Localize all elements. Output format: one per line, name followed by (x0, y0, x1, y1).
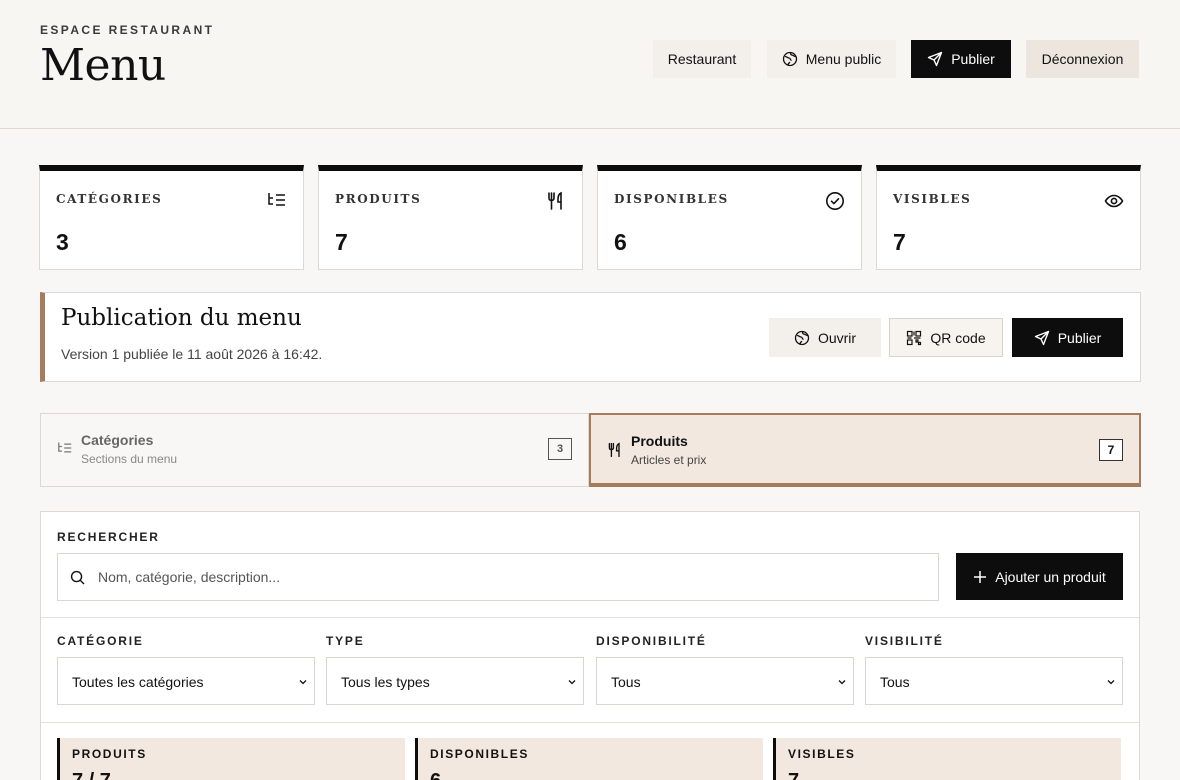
summary-card-visible: VISIBLES 7 (773, 738, 1121, 780)
stat-card-categories: CATÉGORIES 3 (39, 165, 304, 270)
list-tree-icon (57, 441, 73, 455)
stat-card-products: PRODUITS 7 (318, 165, 583, 270)
stat-card-visible: VISIBLES 7 (876, 165, 1141, 270)
category-select[interactable]: Toutes les catégories (57, 657, 315, 705)
globe-icon (782, 51, 798, 67)
page-header: ESPACE RESTAURANT Menu Restaurant Menu p… (0, 0, 1180, 129)
qr-code-button-label: QR code (930, 329, 986, 346)
summary-card-available: DISPONIBLES 6 (415, 738, 763, 780)
select-value: Tous les types (341, 674, 430, 690)
stat-label: VISIBLES (893, 192, 972, 206)
chevron-down-icon (1105, 676, 1117, 688)
stat-card-available: DISPONIBLES 6 (597, 165, 862, 270)
stat-value: 7 (335, 229, 348, 255)
filter-label: VISIBILITÉ (865, 634, 944, 648)
select-value: Tous (880, 674, 910, 690)
send-icon (927, 51, 943, 67)
filter-label: TYPE (326, 634, 365, 648)
tab-title: Produits (631, 433, 688, 449)
search-icon (70, 570, 85, 585)
filter-label: CATÉGORIE (57, 634, 144, 648)
stat-value: 3 (56, 229, 69, 255)
publish-button-label: Publier (1057, 329, 1102, 346)
logout-button[interactable]: Déconnexion (1026, 40, 1139, 78)
add-product-button[interactable]: Ajouter un produit (956, 553, 1123, 600)
tab-products[interactable]: Produits Articles et prix 7 (589, 413, 1141, 487)
restaurant-button[interactable]: Restaurant (653, 40, 751, 78)
select-value: Toutes les catégories (72, 674, 204, 690)
tab-title: Catégories (81, 432, 154, 448)
summary-value: 7 / 7 (72, 770, 111, 780)
publication-status: Version 1 publiée le 11 août 2026 à 16:4… (61, 346, 323, 362)
summary-label: DISPONIBLES (430, 747, 529, 761)
stat-label: PRODUITS (335, 192, 422, 206)
divider (41, 617, 1139, 618)
chevron-down-icon (297, 676, 309, 688)
product-filter-panel: RECHERCHER Ajouter un produit CATÉGORIE … (40, 511, 1140, 780)
restaurant-button-label: Restaurant (667, 51, 737, 67)
qr-code-button[interactable]: QR code (889, 318, 1003, 357)
send-icon (1034, 330, 1050, 346)
summary-value: 6 (430, 770, 441, 780)
plus-icon (973, 570, 987, 584)
tab-subtitle: Articles et prix (631, 453, 707, 467)
type-select[interactable]: Tous les types (326, 657, 584, 705)
menu-public-button-label: Menu public (805, 51, 882, 67)
divider (41, 722, 1139, 723)
eyebrow-label: ESPACE RESTAURANT (40, 23, 215, 37)
add-product-button-label: Ajouter un produit (995, 568, 1106, 585)
summary-card-products: PRODUITS 7 / 7 (57, 738, 405, 780)
qr-code-icon (906, 330, 922, 346)
chevron-down-icon (836, 676, 848, 688)
utensils-icon (607, 442, 623, 458)
menu-public-button[interactable]: Menu public (767, 40, 896, 78)
summary-value: 7 (788, 770, 799, 780)
tab-count-badge: 3 (548, 438, 572, 460)
page-title: Menu (40, 40, 166, 91)
search-box (57, 553, 939, 601)
search-input[interactable] (98, 554, 928, 600)
search-label: RECHERCHER (57, 530, 160, 544)
summary-label: PRODUITS (72, 747, 147, 761)
header-publish-button[interactable]: Publier (911, 40, 1011, 78)
stat-value: 7 (893, 229, 906, 255)
stat-label: DISPONIBLES (614, 192, 729, 206)
publish-button[interactable]: Publier (1012, 318, 1123, 357)
open-menu-button-label: Ouvrir (817, 329, 857, 346)
tab-categories[interactable]: Catégories Sections du menu 3 (40, 413, 589, 487)
filter-label: DISPONIBILITÉ (596, 634, 707, 648)
tab-subtitle: Sections du menu (81, 452, 178, 466)
open-menu-button[interactable]: Ouvrir (769, 318, 881, 357)
publication-panel: Publication du menu Version 1 publiée le… (40, 292, 1141, 382)
summary-label: VISIBLES (788, 747, 856, 761)
chevron-down-icon (566, 676, 578, 688)
availability-select[interactable]: Tous (596, 657, 854, 705)
logout-button-label: Déconnexion (1041, 51, 1124, 67)
visibility-select[interactable]: Tous (865, 657, 1123, 705)
globe-icon (794, 330, 810, 346)
stat-label: CATÉGORIES (56, 192, 163, 206)
stat-value: 6 (614, 229, 627, 255)
list-tree-icon (267, 191, 287, 209)
utensils-icon (546, 191, 566, 211)
check-circle-icon (825, 191, 845, 211)
eye-icon (1104, 191, 1124, 211)
select-value: Tous (611, 674, 641, 690)
tab-count-badge: 7 (1099, 439, 1123, 461)
header-publish-button-label: Publier (951, 51, 995, 67)
publication-title: Publication du menu (61, 305, 302, 331)
